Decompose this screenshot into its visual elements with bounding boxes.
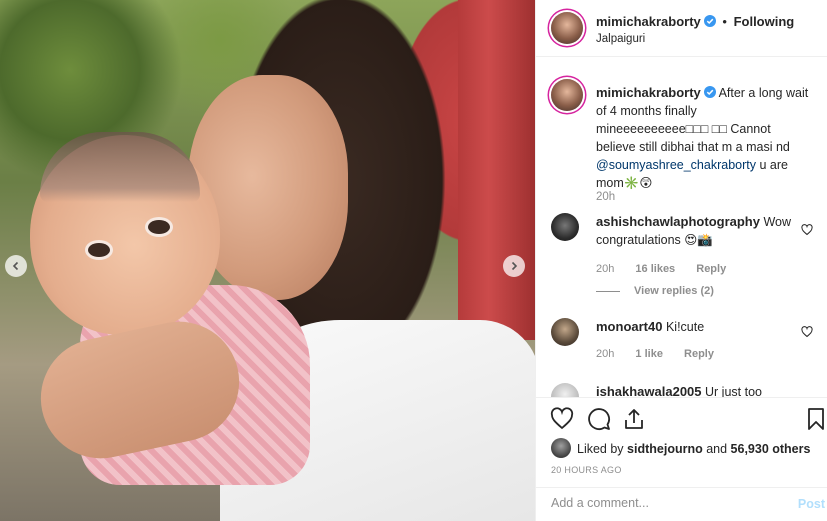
share-icon[interactable] (622, 407, 646, 431)
caption-mention[interactable]: @soumyashree_chakraborty (596, 158, 756, 172)
post-comment-button[interactable]: Post (798, 497, 825, 511)
liker-username[interactable]: sidthejourno (627, 442, 703, 456)
verified-badge-icon (703, 86, 716, 98)
caption-time: 20h (596, 191, 616, 203)
caption-username[interactable]: mimichakraborty (596, 85, 701, 100)
likes-prefix: Liked by (577, 442, 628, 456)
post-photo[interactable] (0, 0, 535, 521)
likes-count[interactable]: 56,930 others (731, 442, 811, 456)
comment-body: ashishchawlaphotography Wow congratulati… (596, 213, 796, 249)
author-avatar[interactable] (551, 12, 583, 44)
previous-photo-button[interactable] (5, 255, 27, 277)
commenter-username[interactable]: ashishchawlaphotography (596, 214, 760, 229)
author-line: mimichakraborty • Following (596, 14, 794, 29)
view-replies-label: View replies (2) (634, 285, 714, 297)
bookmark-icon[interactable] (804, 407, 827, 431)
next-photo-button[interactable] (503, 255, 525, 277)
comment-time: 20h (596, 348, 615, 360)
header-separator: • (722, 14, 727, 29)
comment-body: monoart40 Ki!cute (596, 318, 796, 336)
chevron-right-icon (511, 261, 518, 271)
reply-button[interactable]: Reply (696, 263, 726, 275)
comment-meta: 20h 1 like Reply (596, 348, 732, 360)
photo-baby-eye-left (88, 243, 110, 257)
comments-list[interactable]: mimichakraborty After a long wait of 4 m… (536, 58, 827, 397)
comment-body: ishakhawala2005 Ur just too (596, 383, 796, 397)
post-timestamp[interactable]: 20 HOURS AGO (551, 465, 622, 475)
following-button[interactable]: Following (734, 14, 795, 29)
post-location[interactable]: Jalpaiguri (596, 33, 645, 45)
action-bar (536, 397, 827, 437)
commenter-username[interactable]: monoart40 (596, 319, 662, 334)
view-replies-button[interactable]: View replies (2) (596, 285, 714, 297)
heart-icon[interactable] (550, 407, 574, 431)
verified-badge-icon (703, 15, 716, 27)
heart-icon[interactable] (801, 224, 813, 236)
replies-divider (596, 290, 620, 292)
likes-middle: and (702, 442, 731, 456)
reply-button[interactable]: Reply (684, 348, 714, 360)
comment-time: 20h (596, 263, 615, 275)
liker-avatar (551, 438, 571, 458)
comment-text: Ki!cute (665, 320, 705, 334)
photo-baby-eye-right (148, 220, 170, 234)
comment-likes[interactable]: 16 likes (635, 263, 675, 275)
commenter-avatar[interactable] (551, 383, 579, 397)
commenter-avatar[interactable] (551, 213, 579, 241)
comment-text: Ur just too (705, 385, 762, 397)
comment-input[interactable] (551, 496, 771, 510)
heart-icon[interactable] (801, 326, 813, 338)
add-comment-bar: Post (536, 487, 827, 521)
author-username[interactable]: mimichakraborty (596, 14, 701, 29)
likes-summary[interactable]: Liked by sidthejourno and 56,930 others (551, 438, 821, 458)
comment-meta: 20h 16 likes Reply (596, 263, 744, 275)
chevron-left-icon (12, 261, 19, 271)
comment-icon[interactable] (587, 407, 611, 431)
comment-likes[interactable]: 1 like (635, 348, 663, 360)
post-sidebar: mimichakraborty • Following Jalpaiguri m… (535, 0, 827, 521)
caption-text: mimichakraborty After a long wait of 4 m… (596, 84, 811, 192)
commenter-avatar[interactable] (551, 318, 579, 346)
caption-avatar[interactable] (551, 79, 583, 111)
photo-baby-hair (40, 132, 200, 202)
commenter-username[interactable]: ishakhawala2005 (596, 384, 702, 397)
post-header: mimichakraborty • Following Jalpaiguri (536, 0, 827, 57)
